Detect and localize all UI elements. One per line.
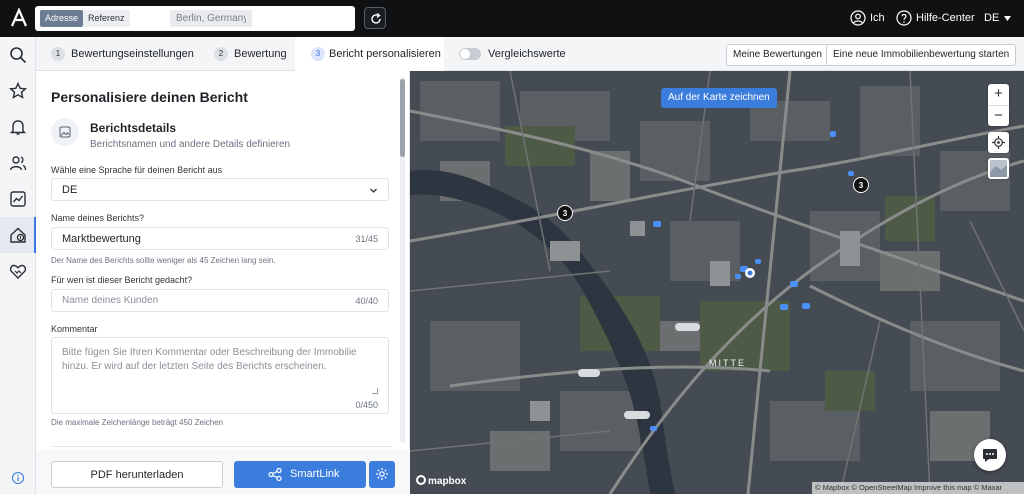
sidebar-item-partners[interactable] <box>0 253 36 289</box>
map-attribution[interactable]: © Mapbox © OpenStreetMap Improve this ma… <box>812 482 1024 494</box>
zoom-control: + − <box>988 84 1009 126</box>
map-cluster[interactable]: 3 <box>853 177 869 193</box>
mapbox-logo-text: mapbox <box>428 476 467 487</box>
search-box: Adresse Referenz <box>35 6 355 31</box>
my-valuations-button[interactable]: Meine Bewertungen <box>726 44 829 66</box>
compare-toggle[interactable] <box>459 48 481 60</box>
chevron-down-icon <box>1004 16 1011 21</box>
logo-icon[interactable] <box>9 8 29 28</box>
sidebar <box>0 37 36 494</box>
page-title: Personalisiere deinen Bericht <box>51 89 248 105</box>
audience-input[interactable]: Name deines Kunden 40/40 <box>51 289 389 312</box>
map-view[interactable]: Auf der Karte zeichnen + − 3 3 MITTE map… <box>410 71 1024 494</box>
report-name-value: Marktbewertung <box>62 233 141 245</box>
share-icon <box>268 468 282 481</box>
image-icon <box>59 126 71 138</box>
chat-icon <box>983 449 997 462</box>
language-value: DE <box>62 184 78 196</box>
sidebar-item-search[interactable] <box>0 37 36 73</box>
user-icon[interactable] <box>850 10 866 26</box>
audience-placeholder: Name deines Kunden <box>62 295 159 306</box>
search-tab-reference[interactable]: Referenz <box>83 10 130 27</box>
gear-icon <box>376 468 388 480</box>
comment-placeholder: Bitte fügen Sie Ihren Kommentar oder Bes… <box>62 347 357 372</box>
top-bar: Adresse Referenz Ich Hilfe-Center DE <box>0 0 1024 37</box>
comment-hint: Die maximale Zeichenlänge beträgt 450 Ze… <box>51 418 224 427</box>
language-select[interactable]: DE <box>51 178 389 201</box>
step-valuation[interactable]: 2 Bewertung <box>214 37 304 71</box>
settings-button[interactable] <box>369 461 395 488</box>
search-icon <box>10 47 27 64</box>
step-settings[interactable]: 1 Bewertungseinstellungen <box>51 37 201 71</box>
section-title: Berichtsdetails <box>90 121 177 135</box>
report-name-hint: Der Name des Berichts sollte weniger als… <box>51 256 276 265</box>
draw-on-map-button[interactable]: Auf der Karte zeichnen <box>661 88 777 108</box>
search-tab-address[interactable]: Adresse <box>40 10 84 27</box>
pdf-download-button[interactable]: PDF herunterladen <box>51 461 223 488</box>
language-label: Wähle eine Sprache für deinen Bericht au… <box>51 165 223 175</box>
divider <box>51 446 392 447</box>
language-select[interactable]: DE <box>984 11 999 25</box>
panel-scrollbar[interactable] <box>400 77 405 443</box>
sidebar-item-favorites[interactable] <box>0 73 36 109</box>
mapbox-logo-icon <box>416 475 426 485</box>
help-icon[interactable] <box>896 10 912 26</box>
satellite-map <box>410 71 1024 494</box>
map-cluster[interactable]: 3 <box>557 205 573 221</box>
zoom-in-button[interactable]: + <box>988 84 1009 105</box>
section-subtitle: Berichtsnamen und andere Details definie… <box>90 139 291 150</box>
target-icon <box>992 136 1005 149</box>
bell-icon <box>9 120 27 135</box>
audience-counter: 40/40 <box>355 296 378 306</box>
refresh-icon <box>371 12 381 24</box>
chat-button[interactable] <box>974 439 1006 471</box>
step-label: Bewertungseinstellungen <box>71 48 194 60</box>
home-valuation-icon <box>10 227 26 243</box>
chart-icon <box>10 191 26 207</box>
district-label: MITTE <box>709 358 746 368</box>
report-name-label: Name deines Berichts? <box>51 213 145 223</box>
sidebar-item-notifications[interactable] <box>0 109 36 145</box>
sidebar-item-users[interactable] <box>0 145 36 181</box>
step-label: Bewertung <box>234 48 287 60</box>
step-number: 2 <box>214 47 228 61</box>
step-label: Bericht personalisieren <box>329 48 441 60</box>
resize-handle[interactable] <box>372 388 378 394</box>
locate-button[interactable] <box>988 132 1009 153</box>
smartlink-label: SmartLink <box>290 468 340 480</box>
location-pin[interactable] <box>745 268 755 278</box>
user-label[interactable]: Ich <box>870 11 885 25</box>
panel-footer: PDF herunterladen SmartLink <box>36 450 410 494</box>
new-valuation-button[interactable]: Eine neue Immobilienbewertung starten <box>826 44 1017 66</box>
audience-label: Für wen ist dieser Bericht gedacht? <box>51 275 193 285</box>
step-bar: 1 Bewertungseinstellungen 2 Bewertung 3 … <box>36 37 1024 71</box>
step-number: 1 <box>51 47 65 61</box>
sidebar-item-analytics[interactable] <box>0 181 36 217</box>
chevron-down-icon <box>370 188 377 193</box>
comment-label: Kommentar <box>51 324 98 334</box>
report-name-counter: 31/45 <box>355 234 378 244</box>
search-input[interactable] <box>170 10 252 27</box>
smartlink-button[interactable]: SmartLink <box>234 461 366 488</box>
mapbox-logo[interactable]: mapbox <box>416 475 466 487</box>
handshake-icon <box>9 264 27 279</box>
step-number: 3 <box>311 47 325 61</box>
reset-button[interactable] <box>364 7 386 29</box>
zoom-out-button[interactable]: − <box>988 105 1009 126</box>
scroll-thumb[interactable] <box>400 79 405 157</box>
report-name-input[interactable]: Marktbewertung 31/45 <box>51 227 389 250</box>
comment-counter: 0/450 <box>355 400 378 410</box>
sidebar-item-valuation[interactable] <box>0 217 36 253</box>
report-panel: Personalisiere deinen Bericht Berichtsde… <box>36 71 410 494</box>
section-icon <box>51 118 79 146</box>
users-icon <box>9 156 27 171</box>
star-icon <box>9 82 27 99</box>
info-icon[interactable] <box>11 471 25 485</box>
layers-icon <box>990 160 1007 177</box>
compare-label: Vergleichswerte <box>488 48 566 60</box>
step-personalize[interactable]: 3 Bericht personalisieren <box>295 37 444 71</box>
comment-textarea[interactable]: Bitte fügen Sie Ihren Kommentar oder Bes… <box>51 337 389 414</box>
help-center-label[interactable]: Hilfe-Center <box>916 11 975 25</box>
map-style-button[interactable] <box>988 158 1009 179</box>
